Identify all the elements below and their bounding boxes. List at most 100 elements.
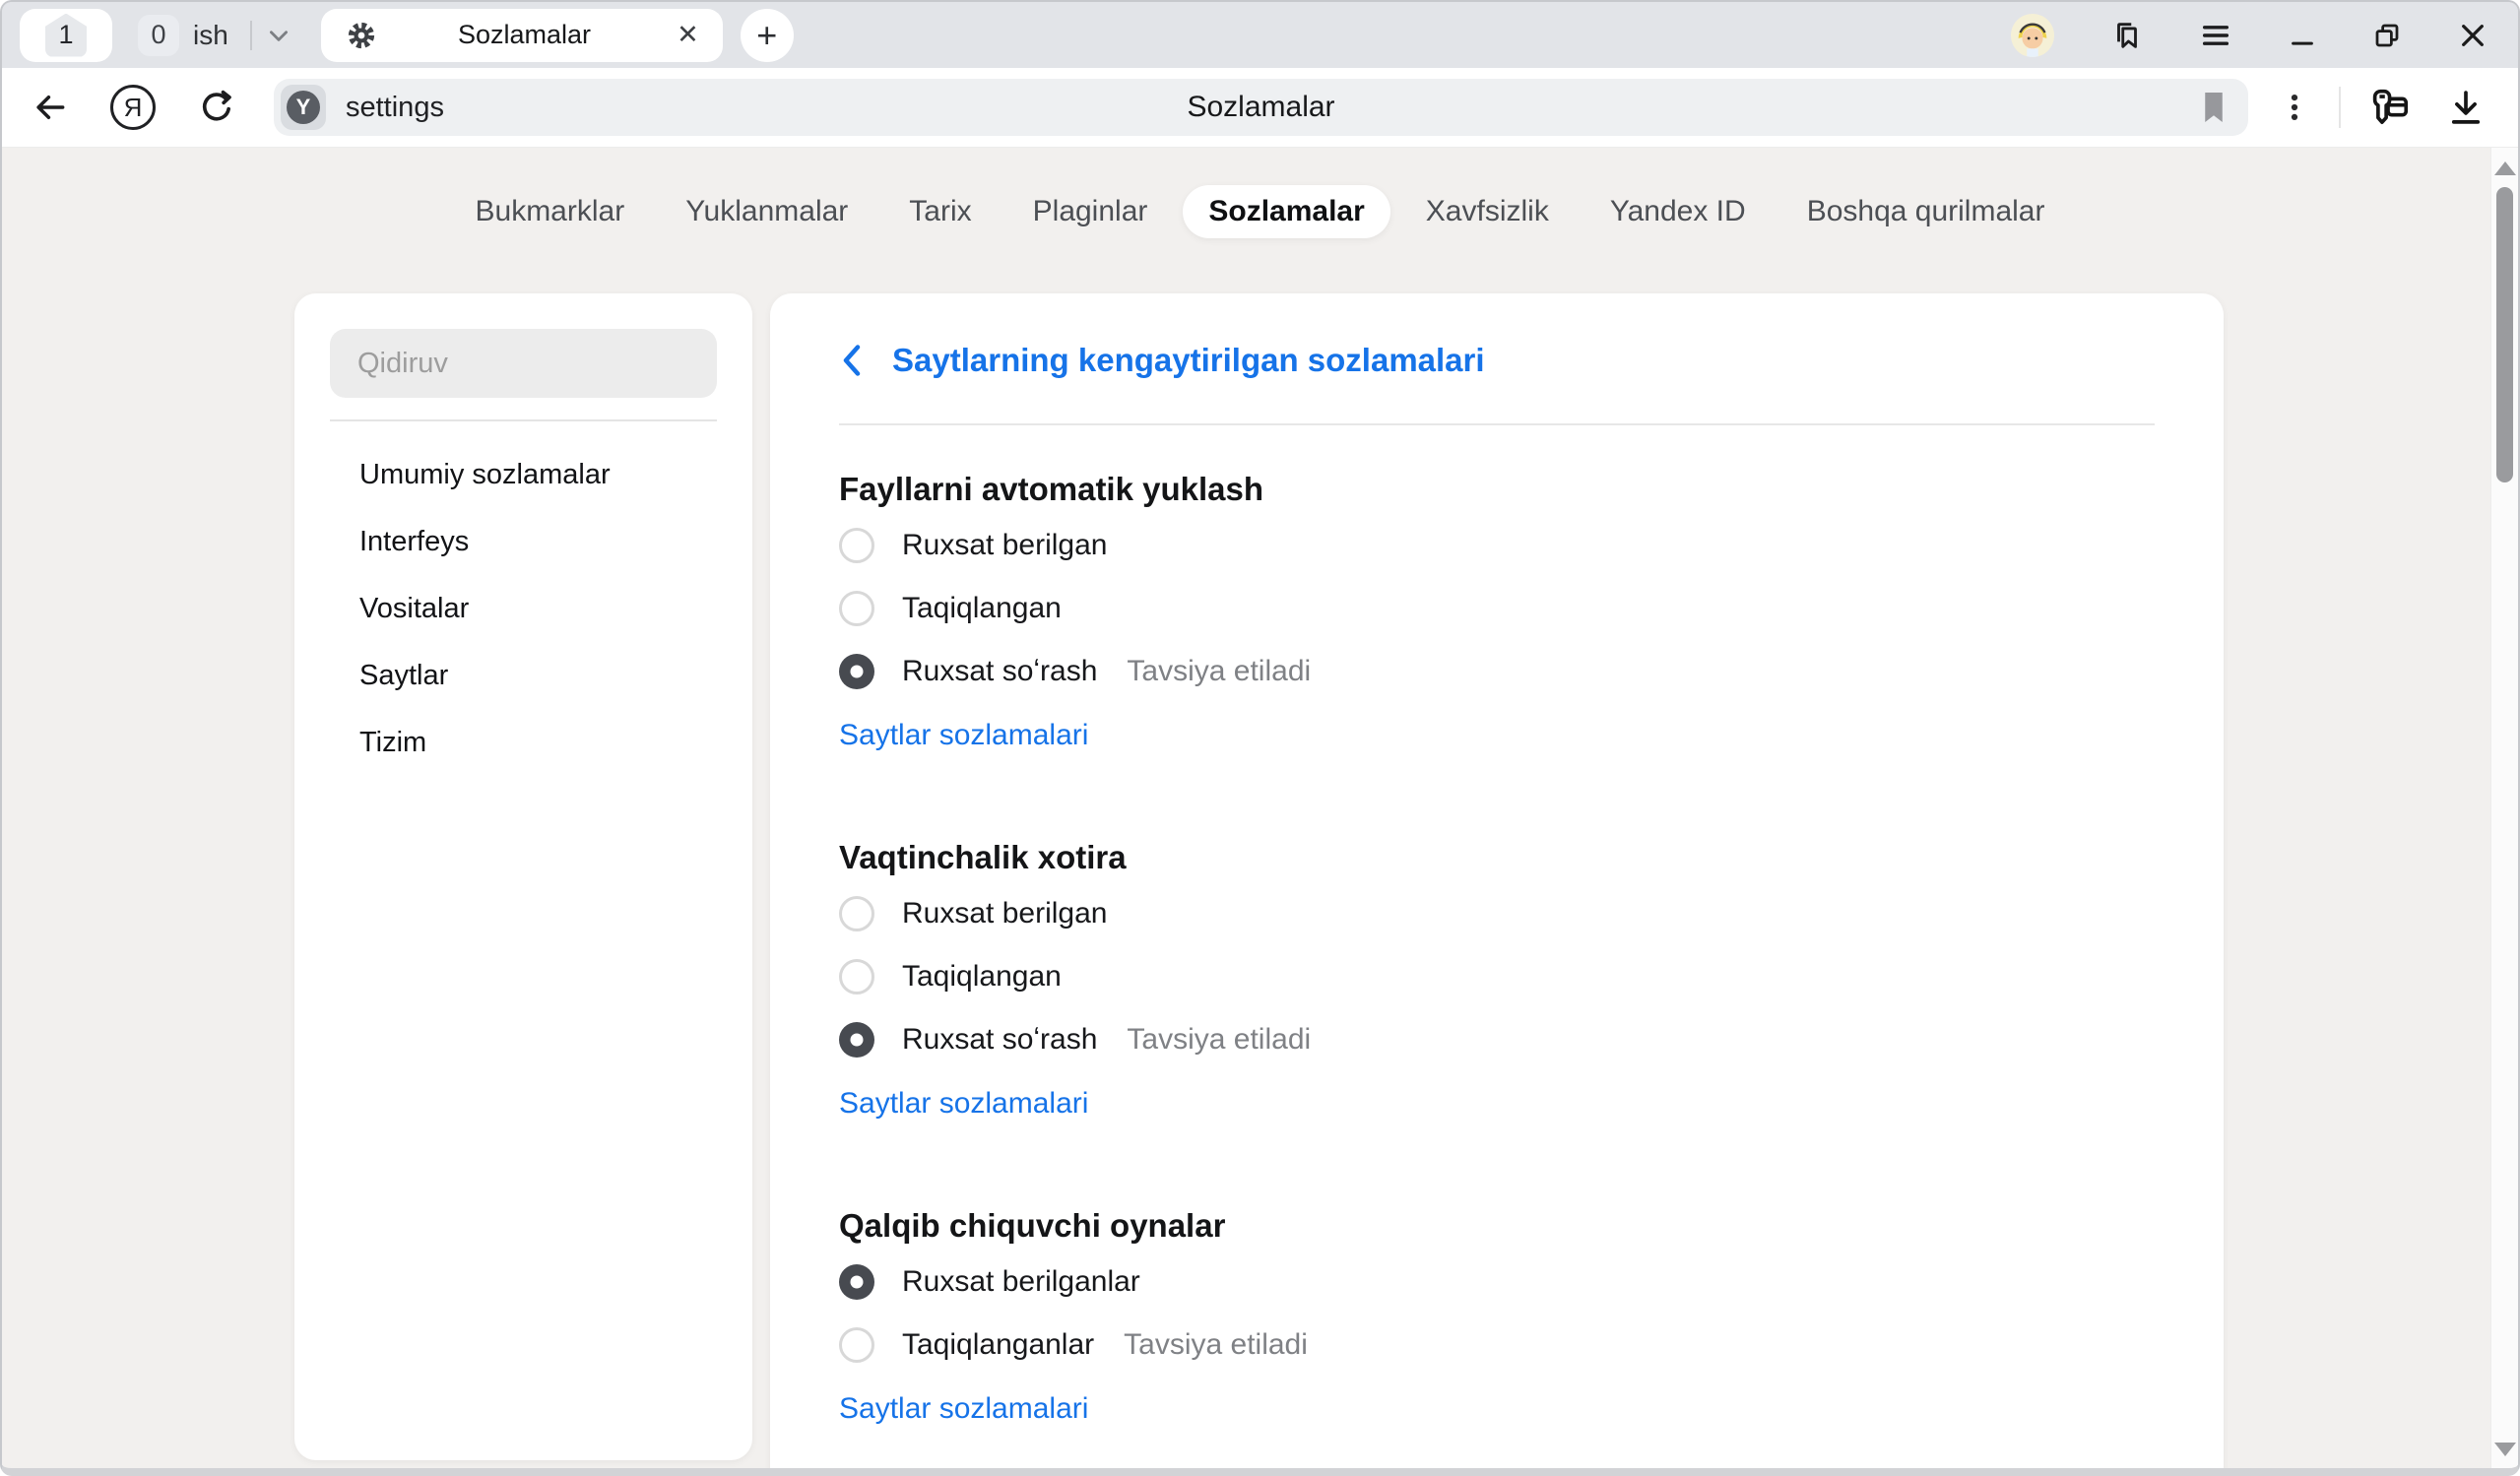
download-icon[interactable] (2445, 87, 2487, 128)
tab-group-count: 1 (58, 20, 73, 50)
settings-main-panel: Saytlarning kengaytirilgan sozlamalari F… (770, 293, 2224, 1468)
tab-strip: 1 0 ish Sozlamalar ✕ + (2, 2, 2518, 68)
divider (330, 419, 717, 421)
site-settings-link[interactable]: Saytlar sozlamalari (839, 719, 1088, 752)
radio-option[interactable]: Ruxsat berilganlar (839, 1260, 2155, 1304)
work-tabs-switcher[interactable]: 0 ish (138, 15, 291, 56)
tab-tarix[interactable]: Tarix (883, 185, 997, 238)
radio-option[interactable]: Taqiqlanganlar Tavsiya etiladi (839, 1323, 2155, 1367)
radio-icon[interactable] (839, 654, 874, 689)
bookmarks-panel-icon[interactable] (2110, 19, 2144, 52)
yandex-home-icon[interactable]: Я (110, 85, 156, 130)
scrollbar-thumb[interactable] (2496, 187, 2513, 482)
radio-option[interactable]: Taqiqlangan (839, 587, 2155, 630)
settings-columns: Umumiy sozlamalar Interfeys Vositalar Sa… (2, 293, 2518, 1468)
browser-window: 1 0 ish Sozlamalar ✕ + (0, 0, 2520, 1476)
work-tabs-count: 0 (138, 15, 179, 56)
divider (250, 21, 252, 50)
settings-nav: Bukmarklar Yuklanmalar Tarix Plaginlar S… (2, 185, 2518, 238)
sidebar-item-tizim[interactable]: Tizim (330, 709, 717, 776)
tab-boshqa-qurilmalar[interactable]: Boshqa qurilmalar (1781, 185, 2071, 238)
radio-label[interactable]: Ruxsat berilganlar (902, 1265, 1140, 1299)
radio-note: Tavsiya etiladi (1127, 655, 1311, 688)
radio-label[interactable]: Taqiqlangan (902, 960, 1062, 994)
radio-icon[interactable] (839, 896, 874, 931)
radio-label[interactable]: Taqiqlangan (902, 592, 1062, 625)
section-cache: Vaqtinchalik xotira Ruxsat berilgan Taqi… (839, 839, 2155, 1121)
tab-yuklanmalar[interactable]: Yuklanmalar (660, 185, 873, 238)
radio-label[interactable]: Ruxsat berilgan (902, 529, 1107, 562)
bookmark-icon[interactable] (2199, 90, 2229, 125)
refresh-icon[interactable] (197, 88, 236, 127)
radio-option[interactable]: Ruxsat berilgan (839, 524, 2155, 567)
work-tabs-label: ish (193, 20, 228, 51)
tab-sozlamalar[interactable]: Sozlamalar (1183, 185, 1389, 238)
page-heading-title[interactable]: Saytlarning kengaytirilgan sozlamalari (892, 342, 1485, 379)
site-favicon: Y (281, 85, 326, 130)
tab-plaginlar[interactable]: Plaginlar (1007, 185, 1174, 238)
password-manager-icon[interactable] (2366, 85, 2412, 130)
chevron-down-icon[interactable] (266, 23, 291, 48)
radio-note: Tavsiya etiladi (1127, 1023, 1311, 1057)
radio-label[interactable]: Taqiqlanganlar (902, 1328, 1094, 1362)
site-settings-link[interactable]: Saytlar sozlamalari (839, 1087, 1088, 1121)
scroll-up-icon[interactable] (2494, 161, 2516, 175)
close-tab-icon[interactable]: ✕ (673, 20, 703, 50)
sidebar-item-interfeys[interactable]: Interfeys (330, 508, 717, 575)
tab-group-button[interactable]: 1 (20, 9, 112, 62)
browser-tab-settings[interactable]: Sozlamalar ✕ (321, 9, 723, 62)
sidebar-item-saytlar[interactable]: Saytlar (330, 642, 717, 709)
address-input[interactable]: settings (346, 92, 444, 124)
search-input[interactable] (330, 329, 717, 398)
radio-option[interactable]: Ruxsat berilgan (839, 892, 2155, 935)
menu-icon[interactable] (2199, 19, 2232, 52)
radio-label[interactable]: Ruxsat soʻrash (902, 1023, 1097, 1057)
address-bar[interactable]: Y settings Sozlamalar (274, 79, 2248, 136)
radio-label[interactable]: Ruxsat soʻrash (902, 655, 1097, 688)
sidebar-item-umumiy-sozlamalar[interactable]: Umumiy sozlamalar (330, 441, 717, 508)
site-settings-link[interactable]: Saytlar sozlamalari (839, 1392, 1088, 1426)
restore-icon[interactable] (2372, 21, 2402, 50)
tab-xavfsizlik[interactable]: Xavfsizlik (1400, 185, 1575, 238)
yandex-logo-letter: Я (124, 93, 143, 123)
gear-icon (347, 21, 376, 50)
page-title: Sozlamalar (1187, 91, 1334, 124)
radio-option[interactable]: Ruxsat soʻrash Tavsiya etiladi (839, 1018, 2155, 1061)
radio-icon[interactable] (839, 1327, 874, 1363)
chevron-left-icon[interactable] (839, 343, 865, 378)
radio-option[interactable]: Ruxsat soʻrash Tavsiya etiladi (839, 650, 2155, 693)
more-menu-icon[interactable] (2278, 91, 2311, 124)
page-heading[interactable]: Saytlarning kengaytirilgan sozlamalari (839, 339, 2155, 382)
radio-label[interactable]: Ruxsat berilgan (902, 897, 1107, 931)
section-title: Fayllarni avtomatik yuklash (839, 471, 2155, 508)
section-auto-download: Fayllarni avtomatik yuklash Ruxsat beril… (839, 471, 2155, 752)
radio-icon[interactable] (839, 528, 874, 563)
radio-note: Tavsiya etiladi (1124, 1328, 1308, 1362)
section-popups: Qalqib chiquvchi oynalar Ruxsat berilgan… (839, 1207, 2155, 1426)
minimize-icon[interactable] (2288, 21, 2317, 50)
sidebar-item-vositalar[interactable]: Vositalar (330, 575, 717, 642)
radio-option[interactable]: Taqiqlangan (839, 955, 2155, 998)
divider (2339, 87, 2341, 128)
radio-icon[interactable] (839, 1264, 874, 1300)
new-tab-button[interactable]: + (741, 9, 794, 62)
back-icon[interactable] (32, 89, 69, 126)
settings-page: Bukmarklar Yuklanmalar Tarix Plaginlar S… (2, 148, 2518, 1468)
window-close-icon[interactable] (2457, 20, 2488, 51)
settings-sidebar: Umumiy sozlamalar Interfeys Vositalar Sa… (294, 293, 752, 1460)
window-controls (2010, 13, 2488, 58)
tab-bukmarklar[interactable]: Bukmarklar (450, 185, 651, 238)
browser-toolbar: Я Y settings Sozlamalar (2, 68, 2518, 148)
section-title: Vaqtinchalik xotira (839, 839, 2155, 876)
radio-icon[interactable] (839, 1022, 874, 1058)
scroll-down-icon[interactable] (2494, 1443, 2516, 1456)
site-badge-icon: Y (287, 91, 320, 124)
tab-group-shape-icon: 1 (45, 14, 87, 57)
radio-icon[interactable] (839, 959, 874, 995)
radio-icon[interactable] (839, 591, 874, 626)
section-title: Qalqib chiquvchi oynalar (839, 1207, 2155, 1245)
tab-yandex-id[interactable]: Yandex ID (1584, 185, 1772, 238)
avatar[interactable] (2010, 13, 2055, 58)
scrollbar[interactable] (2490, 148, 2518, 1468)
tab-title: Sozlamalar (376, 20, 673, 50)
